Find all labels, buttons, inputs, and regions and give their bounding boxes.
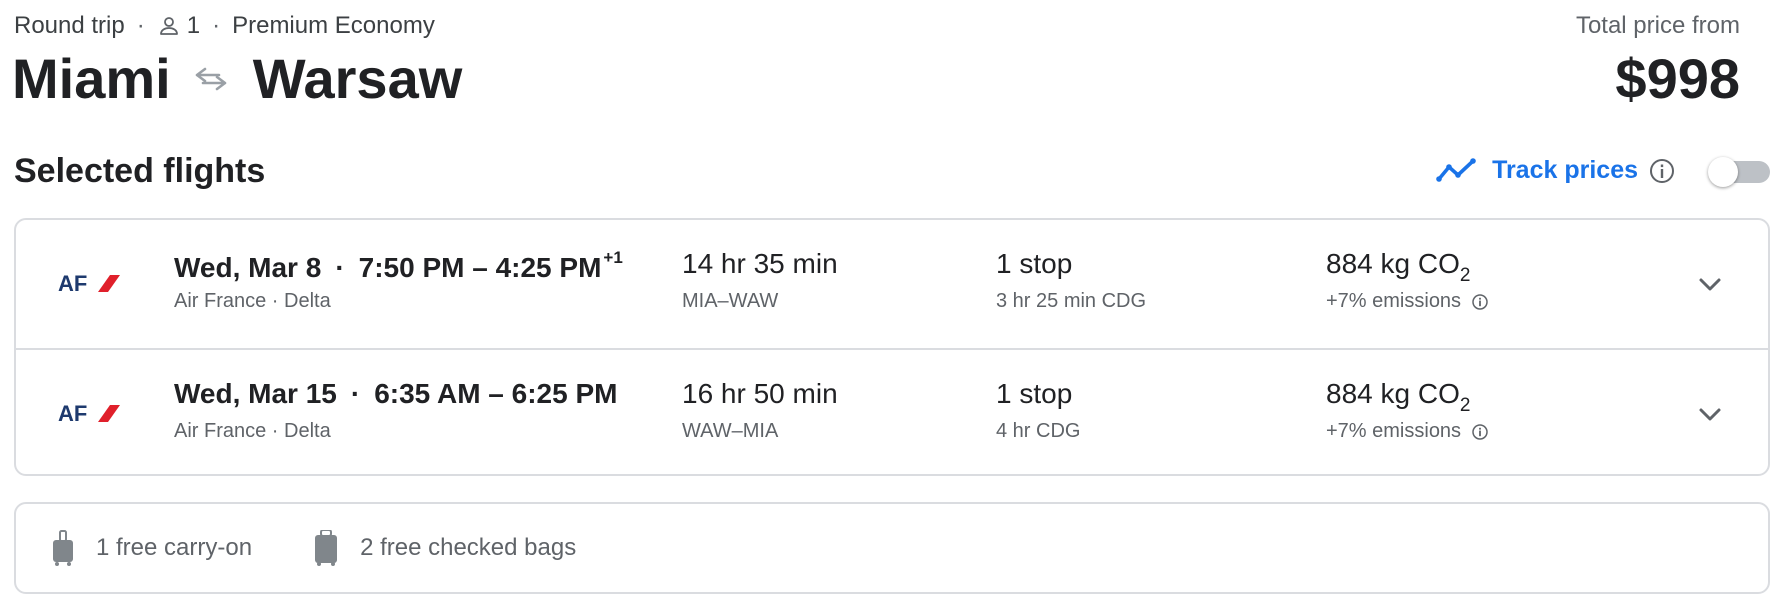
flight-row-outbound[interactable]: AF Wed, Mar 8 · 7:50 PM – 4:25 PM +1 Air Fr… xyxy=(16,220,1768,348)
section-title: Selected flights xyxy=(14,152,266,190)
carry-on-bag-icon xyxy=(53,530,73,566)
price-label: Total price from xyxy=(1575,12,1740,39)
info-icon[interactable] xyxy=(1471,423,1489,441)
flight-row-return[interactable]: AF Wed, Mar 15 · 6:35 AM – 6:25 PM Air Fra… xyxy=(16,348,1768,474)
day-offset: +1 xyxy=(603,248,623,267)
flight-times: 7:50 PM – 4:25 PM xyxy=(358,252,602,283)
route-title: Miami Warsaw xyxy=(12,46,462,112)
flight-route: MIA–WAW xyxy=(682,290,779,312)
flight-times: 6:35 AM – 6:25 PM xyxy=(374,378,618,409)
info-icon[interactable] xyxy=(1471,293,1489,311)
carry-on-info: 1 free carry-on xyxy=(52,530,252,566)
stop-count: 1 stop xyxy=(996,248,1073,279)
total-price: $998 xyxy=(1615,47,1740,110)
air-france-logo-icon: AF xyxy=(58,271,120,296)
airline-names: Air France · Delta xyxy=(174,290,331,312)
flight-date: Wed, Mar 8 xyxy=(174,252,322,283)
air-france-logo-icon: AF xyxy=(58,401,120,426)
swap-arrows-icon xyxy=(195,67,227,91)
layover-info: 4 hr CDG xyxy=(996,420,1081,442)
emissions-note-group: +7% emissions xyxy=(1326,290,1489,313)
separator-dot: · xyxy=(350,378,361,409)
co2-subscript: 2 xyxy=(1459,265,1471,286)
chevron-down-icon[interactable] xyxy=(1694,268,1726,300)
checked-bags-label: 2 free checked bags xyxy=(360,534,577,561)
cabin-class: Premium Economy xyxy=(232,12,435,39)
trip-summary: Round trip · 1 · Premium Economy xyxy=(14,12,435,40)
trip-type: Round trip xyxy=(14,12,125,39)
selected-flights-card: AF Wed, Mar 8 · 7:50 PM – 4:25 PM +1 Air Fr… xyxy=(14,218,1770,476)
co2-value: 884 kg CO xyxy=(1326,378,1460,409)
trend-line-icon xyxy=(1436,157,1476,182)
destination-city: Warsaw xyxy=(252,47,463,110)
emissions-note: +7% emissions xyxy=(1326,290,1462,312)
carry-on-label: 1 free carry-on xyxy=(96,534,253,561)
stop-count: 1 stop xyxy=(996,378,1073,409)
svg-text:AF: AF xyxy=(58,271,87,296)
track-prices-toggle[interactable] xyxy=(1708,156,1770,187)
toggle-knob xyxy=(1708,156,1738,187)
passenger-count: 1 xyxy=(186,12,201,39)
track-prices[interactable]: Track prices xyxy=(1436,156,1770,187)
flight-route: WAW–MIA xyxy=(682,420,779,442)
flight-duration: 16 hr 50 min xyxy=(682,378,838,409)
separator-dot: · xyxy=(212,12,221,39)
co2-emissions: 884 kg CO2 xyxy=(1326,248,1470,286)
emissions-note: +7% emissions xyxy=(1326,420,1462,442)
svg-text:AF: AF xyxy=(58,401,87,426)
separator-dot: · xyxy=(136,12,145,39)
origin-city: Miami xyxy=(12,47,171,110)
track-prices-label[interactable]: Track prices xyxy=(1492,156,1638,185)
checked-bags-info: 2 free checked bags xyxy=(314,530,576,566)
co2-emissions: 884 kg CO2 xyxy=(1326,378,1470,416)
airline-names: Air France · Delta xyxy=(174,420,331,442)
checked-bag-icon xyxy=(315,530,338,566)
co2-subscript: 2 xyxy=(1459,395,1471,416)
layover-info: 3 hr 25 min CDG xyxy=(996,290,1147,312)
chevron-down-icon[interactable] xyxy=(1694,398,1726,430)
emissions-note-group: +7% emissions xyxy=(1326,420,1489,443)
info-icon[interactable] xyxy=(1648,157,1676,185)
separator-dot: · xyxy=(335,252,345,283)
co2-value: 884 kg CO xyxy=(1326,248,1460,279)
flight-duration: 14 hr 35 min xyxy=(682,248,838,279)
flight-date-time: Wed, Mar 15 · 6:35 AM – 6:25 PM xyxy=(174,378,617,410)
flight-date-time: Wed, Mar 8 · 7:50 PM – 4:25 PM +1 xyxy=(174,248,623,284)
flight-date: Wed, Mar 15 xyxy=(174,378,337,409)
baggage-card: 1 free carry-on 2 free checked bags xyxy=(14,502,1770,594)
person-icon xyxy=(159,17,178,35)
